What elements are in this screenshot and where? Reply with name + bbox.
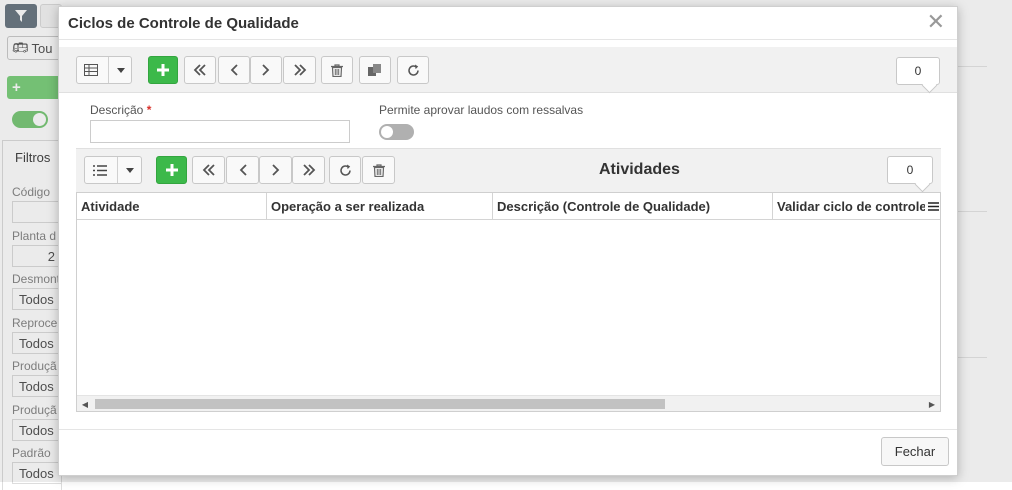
scroll-right-icon[interactable]: ▶ [924,396,940,411]
activities-first-button[interactable] [192,156,225,184]
activities-delete-button[interactable] [362,156,395,184]
chevron-right-icon [262,64,270,76]
record-count-badge: 0 [896,57,940,85]
next-record-button[interactable] [250,56,282,84]
activities-last-button[interactable] [292,156,325,184]
plus-icon [165,164,178,176]
horizontal-scrollbar[interactable]: ◀ ▶ [77,395,940,411]
descricao-label-text: Descrição [90,103,144,117]
ressalvas-toggle[interactable] [379,124,414,140]
required-mark: * [146,103,152,117]
column-header-validar[interactable]: Validar ciclo de controle [773,193,925,219]
column-menu-button[interactable] [925,193,940,220]
close-dialog-button[interactable]: Fechar [881,437,949,466]
column-header-descricao[interactable]: Descrição (Controle de Qualidade) [493,193,773,219]
activities-refresh-button[interactable] [329,156,361,184]
main-toolbar: 0 [59,47,957,93]
trash-icon [372,163,385,177]
chevron-left-icon [230,64,238,76]
ressalvas-label: Permite aprovar laudos com ressalvas [379,103,584,117]
add-activity-button[interactable] [156,156,187,184]
view-mode-dropdown[interactable] [76,56,132,84]
grid-header-row: Atividade Operação a ser realizada Descr… [77,193,925,220]
column-header-atividade[interactable]: Atividade [77,193,267,219]
activities-toolbar: Atividades 0 [76,148,941,192]
double-chevron-left-icon [193,64,206,76]
last-record-button[interactable] [283,56,316,84]
activities-previous-button[interactable] [226,156,259,184]
trash-icon [331,63,343,77]
activities-view-dropdown[interactable] [84,156,142,184]
footer-divider [59,429,957,430]
scroll-left-icon[interactable]: ◀ [77,396,93,411]
chevron-left-icon [239,164,247,176]
refresh-icon [407,64,419,76]
copy-icon [368,64,381,76]
column-header-operacao[interactable]: Operação a ser realizada [267,193,493,219]
copy-button[interactable] [359,56,391,84]
descricao-label: Descrição * [90,103,151,117]
dialog-header: Ciclos de Controle de Qualidade ✕ [59,7,957,40]
close-icon[interactable]: ✕ [927,11,945,33]
activities-count-badge: 0 [887,156,933,184]
plus-icon [157,64,169,76]
activities-next-button[interactable] [259,156,292,184]
quality-cycles-dialog: Ciclos de Controle de Qualidade ✕ 0 Desc… [58,6,958,476]
caret-down-icon [116,67,125,73]
dialog-title: Ciclos de Controle de Qualidade [68,15,299,32]
caret-down-icon [125,167,134,173]
grid-view-icon [83,64,98,76]
refresh-icon [339,164,351,176]
menu-icon [928,201,939,211]
double-chevron-left-icon [202,164,215,176]
double-chevron-right-icon [293,64,306,76]
activities-grid: Atividade Operação a ser realizada Descr… [76,192,941,412]
previous-record-button[interactable] [218,56,250,84]
chevron-right-icon [271,164,279,176]
double-chevron-right-icon [302,164,315,176]
activities-title: Atividades [599,161,680,178]
delete-button[interactable] [321,56,353,84]
add-button[interactable] [148,56,178,84]
list-icon [92,164,107,176]
descricao-field[interactable] [90,120,350,143]
refresh-button[interactable] [397,56,429,84]
first-record-button[interactable] [184,56,216,84]
scrollbar-thumb[interactable] [95,399,665,409]
